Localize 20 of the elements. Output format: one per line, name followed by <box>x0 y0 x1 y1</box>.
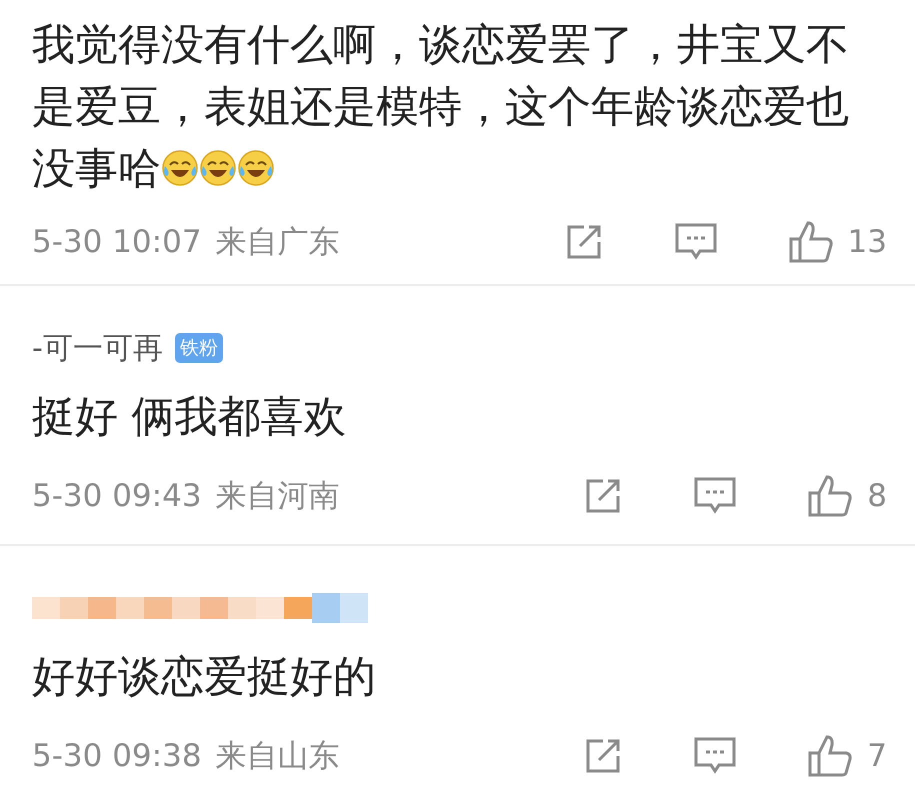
laughing-emoji-icon <box>161 149 199 187</box>
username[interactable]: -可一可再 <box>32 328 163 368</box>
comment-text: 挺好 俩我都喜欢 <box>32 391 348 444</box>
comment-location: 来自河南 <box>216 477 340 516</box>
thumbs-up-icon[interactable] <box>807 474 854 518</box>
like-count: 8 <box>867 478 887 514</box>
like-count: 13 <box>848 224 887 260</box>
comment-text: 好好谈恋爱挺好的 <box>32 651 377 704</box>
comment-time: 5-30 09:43 <box>32 478 202 514</box>
comment-location: 来自广东 <box>216 223 340 262</box>
fan-badge: 铁粉 <box>174 333 223 363</box>
thumbs-up-icon[interactable] <box>788 220 834 264</box>
like-count: 7 <box>867 738 887 774</box>
laughing-emoji-icon <box>237 149 275 187</box>
laughing-emoji-icon <box>199 149 237 187</box>
comment-time: 5-30 09:38 <box>32 738 202 774</box>
comment-text: 我觉得没有什么啊，谈恋爱罢了，井宝又不是爱豆，表姐还是模特，这个年龄谈恋爱也没事哈 <box>32 19 850 196</box>
comment-location: 来自山东 <box>216 737 340 776</box>
thumbs-up-icon[interactable] <box>807 734 854 778</box>
comment-time: 5-30 10:07 <box>32 224 202 260</box>
